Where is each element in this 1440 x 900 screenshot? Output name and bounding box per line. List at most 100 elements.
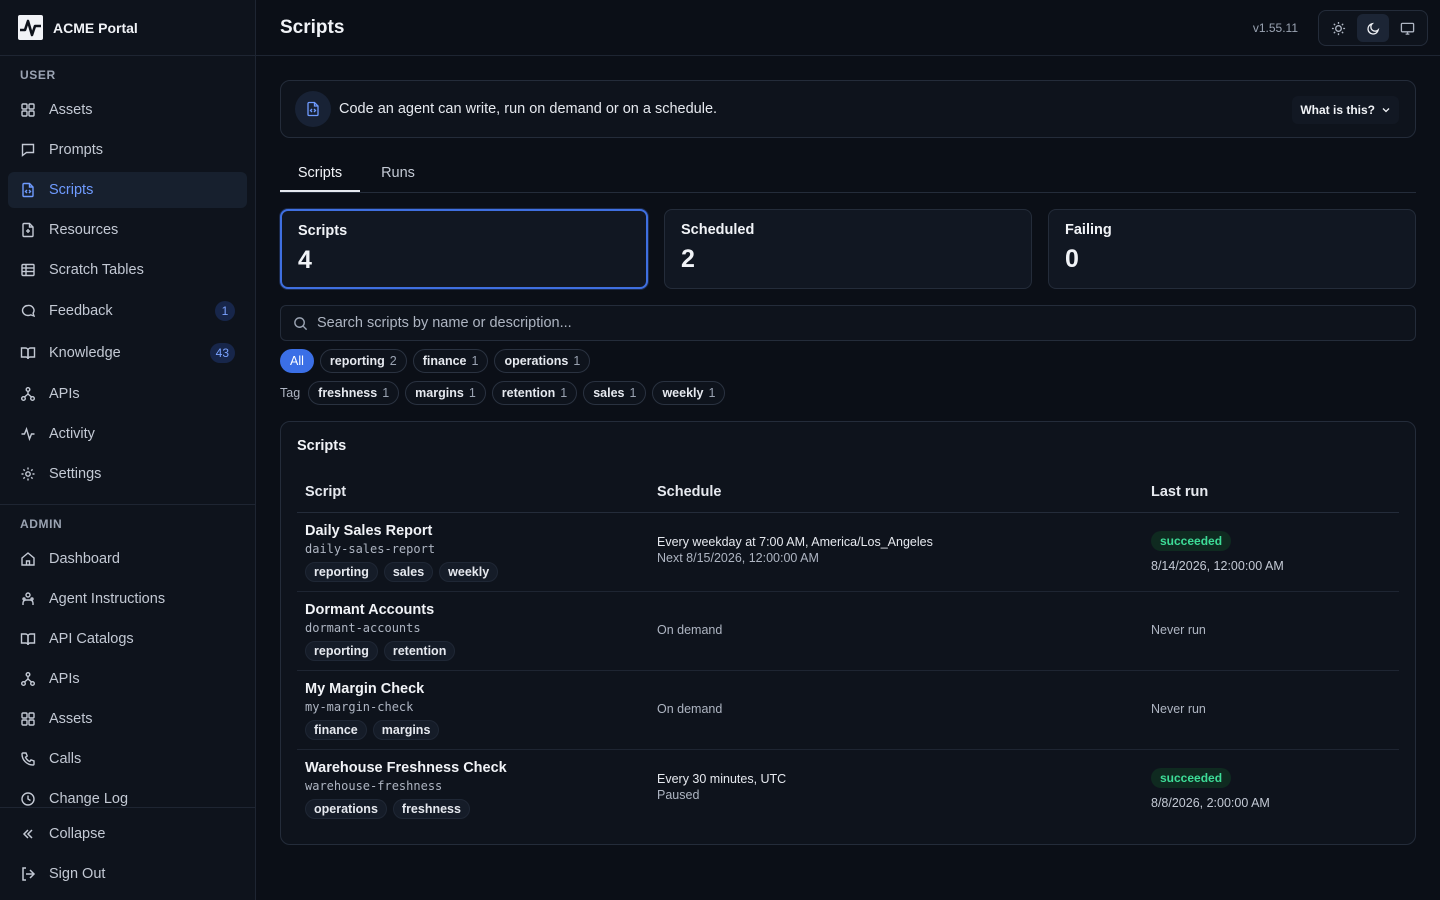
chip-count: 1 <box>573 354 581 368</box>
script-tag: reporting <box>305 641 378 661</box>
last-run-cell: succeeded 8/14/2026, 12:00:00 AM <box>1151 531 1284 573</box>
script-tags: finance margins <box>305 720 440 740</box>
sidebar-item-knowledge[interactable]: Knowledge 43 <box>8 335 247 371</box>
tag-chip-sales[interactable]: sales 1 <box>583 381 647 405</box>
top-bar: Scripts v1.55.11 <box>256 0 1440 56</box>
bot-icon <box>22 592 34 605</box>
script-tag: freshness <box>392 799 470 819</box>
sidebar-item-scratch-tables[interactable]: Scratch Tables <box>8 252 247 288</box>
count-badge: 1 <box>215 301 235 321</box>
script-slug: warehouse-freshness <box>305 779 443 793</box>
brand[interactable]: ACME Portal <box>0 0 255 56</box>
chip-label: operations <box>504 354 569 368</box>
phone-icon <box>21 752 35 766</box>
sidebar-item-calls[interactable]: Calls <box>8 741 247 777</box>
filter-chip-reporting[interactable]: reporting 2 <box>319 349 407 373</box>
table-row[interactable]: Dormant Accounts dormant-accounts reportin… <box>297 592 1399 671</box>
table-row[interactable]: Daily Sales Report daily-sales-report repo… <box>297 513 1399 592</box>
message-icon <box>21 143 35 157</box>
last-run-time: 8/14/2026, 12:00:00 AM <box>1151 559 1284 573</box>
sidebar-item-activity[interactable]: Activity <box>8 416 247 452</box>
script-name: My Margin Check <box>305 681 425 697</box>
sidebar-item-settings[interactable]: Settings <box>8 456 247 492</box>
chip-label: margins <box>415 386 464 400</box>
sidebar-item-apis[interactable]: APIs <box>8 376 247 412</box>
sign-out-button[interactable]: Sign Out <box>8 856 247 892</box>
script-tags: reporting sales weekly <box>305 562 499 582</box>
table-row[interactable]: My Margin Check my-margin-check finance mar… <box>297 671 1399 750</box>
network-icon <box>21 387 35 401</box>
column-header-last-run: Last run <box>1151 484 1209 500</box>
stat-card-scheduled[interactable]: Scheduled 2 <box>664 209 1032 289</box>
grid-icon <box>21 103 35 117</box>
sidebar-item-assets[interactable]: Assets <box>8 92 247 128</box>
sidebar-item-prompts[interactable]: Prompts <box>8 132 247 168</box>
filter-chip-finance[interactable]: finance 1 <box>412 349 489 373</box>
tab-runs[interactable]: Runs <box>372 154 424 192</box>
schedule-cell: Every weekday at 7:00 AM, America/Los_An… <box>657 535 933 565</box>
tag-chip-weekly[interactable]: weekly 1 <box>652 381 726 405</box>
chip-label: reporting <box>329 354 385 368</box>
sidebar-item-assets[interactable]: Assets <box>8 701 247 737</box>
sidebar-item-resources[interactable]: Resources <box>8 212 247 248</box>
sidebar-item-scripts[interactable]: Scripts <box>8 172 247 208</box>
sidebar-item-apis[interactable]: APIs <box>8 661 247 697</box>
chip-label: All <box>290 354 304 368</box>
schedule-text: On demand <box>657 702 723 716</box>
tag-chip-retention[interactable]: retention 1 <box>491 381 578 405</box>
system-theme-button[interactable] <box>1391 14 1424 42</box>
info-banner: Code an agent can write, run on demand o… <box>280 80 1416 138</box>
admin-section-label: ADMIN <box>20 517 63 531</box>
script-tag: operations <box>305 799 387 819</box>
sidebar-item-label: Dashboard <box>49 551 120 567</box>
dark-theme-button[interactable] <box>1356 14 1390 42</box>
collapse-button[interactable]: Collapse <box>8 816 247 852</box>
status-badge: succeeded <box>1151 768 1232 788</box>
stat-card-failing[interactable]: Failing 0 <box>1048 209 1416 289</box>
collapse-label: Collapse <box>49 826 106 842</box>
sidebar-item-label: Calls <box>49 751 82 767</box>
clock-icon <box>21 792 35 806</box>
script-tag: retention <box>383 641 456 661</box>
sidebar-item-change-log[interactable]: Change Log <box>8 781 247 817</box>
sidebar-item-label: Prompts <box>49 142 103 158</box>
table-row[interactable]: Warehouse Freshness Check warehouse-fresh… <box>297 750 1399 829</box>
stat-card-scripts[interactable]: Scripts 4 <box>280 209 648 289</box>
chip-count: 1 <box>471 354 479 368</box>
table-icon <box>21 263 35 277</box>
chip-label: finance <box>422 354 467 368</box>
light-theme-button[interactable] <box>1322 14 1355 42</box>
what-is-this-label: What is this? <box>1300 103 1375 117</box>
chip-label: sales <box>593 386 625 400</box>
sidebar-item-label: Assets <box>49 711 93 727</box>
page-title: Scripts <box>280 16 345 38</box>
monitor-icon <box>1400 22 1415 35</box>
info-text: Code an agent can write, run on demand o… <box>339 101 718 117</box>
stat-label: Scripts <box>298 223 348 239</box>
chip-count: 1 <box>560 386 568 400</box>
sidebar-item-api-catalogs[interactable]: API Catalogs <box>8 621 247 657</box>
book-icon <box>20 633 36 646</box>
sidebar-item-feedback[interactable]: Feedback 1 <box>8 293 247 329</box>
filter-chip-operations[interactable]: operations 1 <box>494 349 591 373</box>
tag-chip-margins[interactable]: margins 1 <box>405 381 486 405</box>
filter-chip-all[interactable]: All <box>280 349 314 373</box>
script-slug: daily-sales-report <box>305 542 436 556</box>
sidebar-item-agent-instructions[interactable]: Agent Instructions <box>8 581 247 617</box>
tag-chip-freshness[interactable]: freshness 1 <box>308 381 400 405</box>
sidebar-item-label: Change Log <box>49 791 129 807</box>
tab-bar: Scripts Runs <box>280 154 1416 193</box>
script-tags: operations freshness <box>305 799 470 819</box>
search-input[interactable] <box>317 306 1397 340</box>
chip-count: 2 <box>389 354 397 368</box>
script-name: Warehouse Freshness Check <box>305 760 507 776</box>
schedule-cell: On demand <box>657 623 722 637</box>
tab-scripts[interactable]: Scripts <box>280 154 360 192</box>
chevron-down-icon <box>1382 108 1390 113</box>
sidebar-item-dashboard[interactable]: Dashboard <box>8 541 247 577</box>
sidebar-divider <box>0 807 255 808</box>
sidebar-item-label: Scratch Tables <box>49 262 144 278</box>
what-is-this-button[interactable]: What is this? <box>1292 96 1399 124</box>
status-badge: succeeded <box>1151 531 1232 551</box>
scripts-table-card: Scripts Script Schedule Last run Daily S… <box>280 421 1416 845</box>
